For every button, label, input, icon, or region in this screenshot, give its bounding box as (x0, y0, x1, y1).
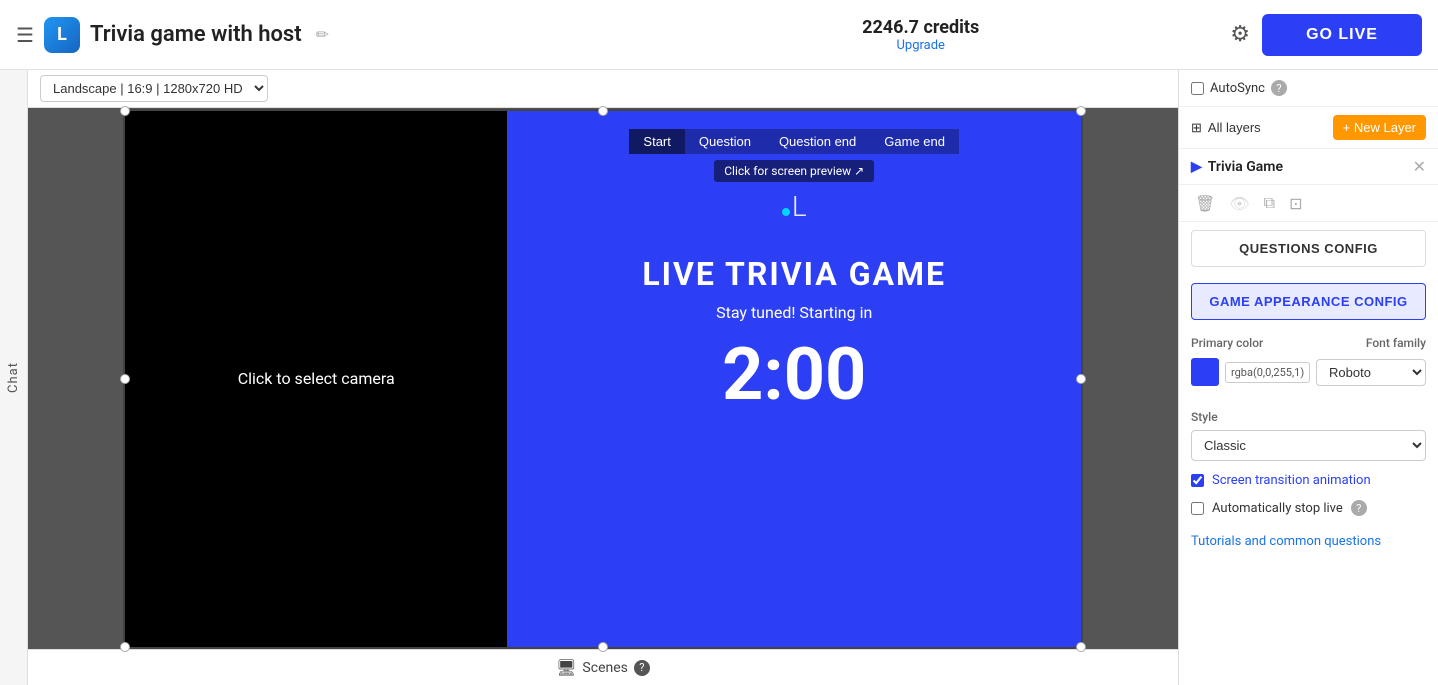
credits-display: 2246.7 credits (862, 17, 979, 38)
auto-stop-checkbox[interactable] (1191, 502, 1204, 515)
game-title: LIVE TRIVIA GAME (642, 255, 946, 293)
canvas-area: Landscape | 16:9 | 1280x720 HD Click to … (28, 70, 1178, 685)
go-live-button[interactable]: GO LIVE (1262, 14, 1422, 56)
autosync-label: AutoSync (1210, 81, 1265, 96)
project-title: Trivia game with host (90, 22, 302, 47)
preview-tabs: Start Question Question end Game end (629, 129, 959, 154)
resize-handle-tr[interactable] (1076, 106, 1086, 116)
game-logo: L (782, 190, 807, 223)
menu-icon[interactable]: ☰ (16, 23, 34, 47)
layers-bar: ⊞ All layers + New Layer (1179, 107, 1438, 149)
auto-stop-help-icon[interactable]: ? (1351, 500, 1367, 516)
tab-start[interactable]: Start (629, 129, 684, 154)
edit-icon[interactable]: ✏ (316, 25, 329, 44)
tab-question[interactable]: Question (685, 129, 765, 154)
camera-panel[interactable]: Click to select camera (125, 111, 507, 647)
camera-text: Click to select camera (238, 369, 395, 388)
screen-transition-checkbox[interactable] (1191, 474, 1204, 487)
resolution-select[interactable]: Landscape | 16:9 | 1280x720 HD (40, 75, 268, 102)
preview-hint[interactable]: Click for screen preview ↗ (714, 160, 874, 182)
game-appearance-config-button[interactable]: GAME APPEARANCE CONFIG (1191, 283, 1426, 320)
config-section: Primary color Font family rgba(0,0,255,1… (1179, 328, 1438, 402)
color-swatch[interactable] (1191, 358, 1219, 386)
topbar-left: ☰ L Trivia game with host ✏ (16, 17, 611, 53)
crop-tool-icon[interactable]: ⊡ (1289, 194, 1302, 213)
visibility-tool-icon[interactable]: 👁 (1229, 194, 1249, 213)
dot-accent (782, 208, 790, 216)
style-label: Style (1191, 410, 1426, 424)
scenes-bar: 🖥 Scenes ? (28, 649, 1178, 685)
style-select-wrapper: Classic Modern Minimal (1179, 424, 1438, 467)
game-panel: Start Question Question end Game end Cli… (507, 111, 1081, 647)
screen-transition-row: Screen transition animation (1179, 467, 1438, 494)
layer-title-row: ▶ Trivia Game (1191, 159, 1283, 175)
resize-handle-tc[interactable] (598, 106, 608, 116)
upgrade-link[interactable]: Upgrade (896, 38, 944, 53)
auto-stop-row: Automatically stop live ? (1179, 494, 1438, 522)
topbar: ☰ L Trivia game with host ✏ 2246.7 credi… (0, 0, 1438, 70)
questions-config-button[interactable]: QUESTIONS CONFIG (1191, 230, 1426, 267)
logo-letter: L (792, 190, 807, 223)
font-family-label: Font family (1366, 336, 1426, 350)
layer-title: Trivia Game (1208, 159, 1283, 175)
color-row: rgba(0,0,255,1) (1191, 358, 1310, 386)
layer-close-icon[interactable]: ✕ (1413, 157, 1426, 176)
topbar-right: ⚙ GO LIVE (1230, 14, 1422, 56)
game-subtitle: Stay tuned! Starting in (716, 303, 872, 322)
autosync-help-icon[interactable]: ? (1271, 80, 1287, 96)
all-layers-button[interactable]: ⊞ All layers (1191, 120, 1261, 136)
layer-header: ▶ Trivia Game ✕ (1179, 149, 1438, 185)
delete-tool-icon[interactable]: 🗑 (1195, 194, 1215, 213)
font-select[interactable]: Roboto (1316, 359, 1426, 386)
tab-game-end[interactable]: Game end (870, 129, 959, 154)
credits-amount: 2246.7 credits (862, 17, 979, 38)
scenes-icon: 🖥 (556, 658, 576, 677)
tab-question-end[interactable]: Question end (765, 129, 870, 154)
chat-label: Chat (6, 362, 21, 393)
primary-color-label: Primary color (1191, 336, 1263, 350)
screen-transition-label: Screen transition animation (1212, 473, 1371, 488)
layer-tools: 🗑 👁 ⧉ ⊡ (1179, 185, 1438, 222)
canvas-toolbar: Landscape | 16:9 | 1280x720 HD (28, 70, 1178, 108)
tutorials-link[interactable]: Tutorials and common questions (1179, 522, 1438, 561)
style-section: Style (1179, 402, 1438, 424)
resize-handle-bc[interactable] (598, 642, 608, 652)
auto-stop-label: Automatically stop live (1212, 501, 1343, 516)
color-font-row: rgba(0,0,255,1) Roboto (1191, 358, 1426, 386)
scenes-help-icon[interactable]: ? (634, 660, 650, 676)
game-timer: 2:00 (722, 332, 866, 417)
settings-icon[interactable]: ⚙ (1230, 22, 1250, 47)
new-layer-button[interactable]: + New Layer (1333, 115, 1426, 140)
stage: Click to select camera Start Question Qu… (123, 109, 1083, 649)
resize-handle-mr[interactable] (1076, 374, 1086, 384)
resize-handle-br[interactable] (1076, 642, 1086, 652)
layers-icon: ⊞ (1191, 120, 1202, 136)
right-panel: AutoSync ? ⊞ All layers + New Layer ▶ Tr… (1178, 70, 1438, 685)
color-value[interactable]: rgba(0,0,255,1) (1225, 362, 1310, 383)
scenes-label[interactable]: Scenes (582, 660, 627, 676)
style-select[interactable]: Classic Modern Minimal (1191, 430, 1426, 461)
main-content: Chat Landscape | 16:9 | 1280x720 HD Clic… (0, 70, 1438, 685)
credits-area: 2246.7 credits Upgrade (623, 17, 1218, 53)
autosync-row: AutoSync ? (1179, 70, 1438, 107)
primary-color-row: Primary color Font family (1191, 336, 1426, 350)
all-layers-label: All layers (1208, 120, 1261, 135)
resize-handle-ml[interactable] (120, 374, 130, 384)
duplicate-tool-icon[interactable]: ⧉ (1264, 193, 1275, 213)
app-logo: L (44, 17, 80, 53)
resize-handle-tl[interactable] (120, 106, 130, 116)
autosync-check: AutoSync ? (1191, 80, 1287, 96)
resize-handle-bl[interactable] (120, 642, 130, 652)
chat-sidebar: Chat (0, 70, 28, 685)
layer-type-icon: ▶ (1191, 159, 1202, 175)
autosync-checkbox[interactable] (1191, 82, 1204, 95)
canvas-wrapper: Click to select camera Start Question Qu… (28, 108, 1178, 649)
